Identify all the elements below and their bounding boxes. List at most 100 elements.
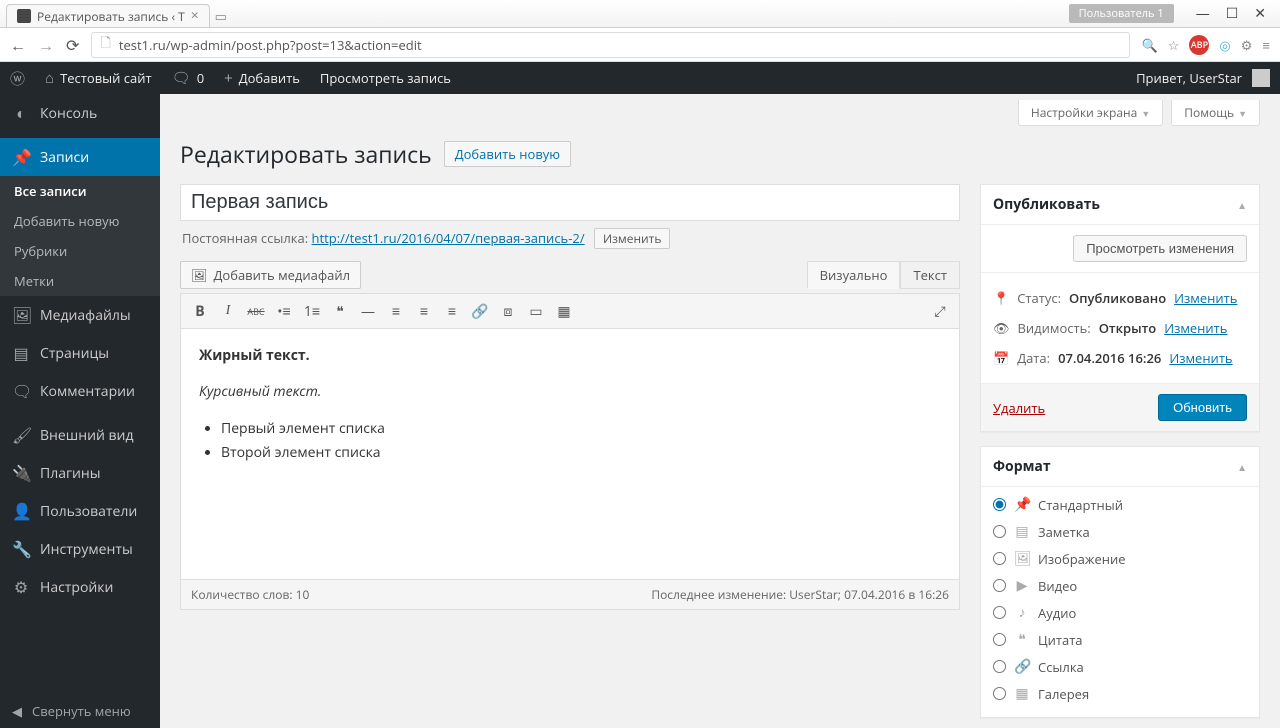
reload-icon[interactable]: ⟳	[66, 34, 79, 56]
close-window-icon[interactable]: ✕	[1254, 4, 1266, 23]
preview-button[interactable]: Просмотреть изменения	[1073, 235, 1247, 262]
collapse-menu[interactable]: ◀Свернуть меню	[0, 694, 160, 728]
visual-tab[interactable]: Визуально	[807, 261, 901, 289]
number-list-button[interactable]: 1≡	[299, 298, 325, 324]
bold-button[interactable]: B	[187, 298, 213, 324]
submenu-tags[interactable]: Метки	[0, 266, 160, 296]
menu-users-label: Пользователи	[40, 502, 137, 521]
maximize-icon[interactable]: ☐	[1226, 4, 1239, 23]
align-right-button[interactable]: ≡	[439, 298, 465, 324]
italic-button[interactable]: I	[215, 298, 241, 324]
kitchen-sink-button[interactable]: ▦	[551, 298, 577, 324]
format-gallery[interactable]: ▦Галерея	[993, 680, 1247, 707]
help-label: Помощь	[1184, 104, 1234, 121]
wp-logo[interactable]: ⓦ	[0, 62, 35, 94]
browser-tab[interactable]: Редактировать запись ‹ Т ×	[6, 4, 210, 27]
url-input[interactable]: 🗋 test1.ru/wp-admin/post.php?post=13&act…	[91, 32, 1129, 58]
menu-plugins-label: Плагины	[40, 464, 101, 483]
permalink-link[interactable]: http://test1.ru/2016/04/07/первая-запись…	[312, 229, 585, 247]
settings-icon[interactable]: ⚙	[1241, 36, 1253, 54]
status-edit-link[interactable]: Изменить	[1174, 289, 1237, 307]
format-audio[interactable]: ♪Аудио	[993, 599, 1247, 626]
editor-content[interactable]: Жирный текст. Курсивный текст. Первый эл…	[181, 329, 959, 579]
comments-bubble[interactable]: 🗨0	[162, 62, 214, 94]
video-icon: ▶	[1014, 576, 1030, 595]
date-value: 07.04.2016 16:26	[1058, 349, 1161, 367]
menu-settings[interactable]: ⚙Настройки	[0, 568, 160, 606]
tab-title: Редактировать запись ‹ Т	[37, 8, 185, 25]
hr-button[interactable]: —	[355, 298, 381, 324]
page-icon: 🗋	[100, 33, 110, 56]
back-icon[interactable]: ←	[10, 34, 26, 56]
post-title-input[interactable]	[180, 184, 960, 221]
menu-plugins[interactable]: 🔌Плагины	[0, 454, 160, 492]
menu-appearance[interactable]: 🖌Внешний вид	[0, 416, 160, 454]
submenu-categories[interactable]: Рубрики	[0, 236, 160, 266]
unlink-button[interactable]: ⧈	[495, 298, 521, 324]
text-tab[interactable]: Текст	[900, 261, 960, 289]
format-box: Формат▲ 📌Стандартный ▤Заметка 🖼Изображен…	[980, 446, 1260, 718]
screen-options-tab[interactable]: Настройки экрана▼	[1018, 100, 1163, 126]
toggle-icon[interactable]: ▲	[1237, 198, 1247, 212]
align-center-button[interactable]: ≡	[411, 298, 437, 324]
add-new-menu[interactable]: +Добавить	[214, 62, 310, 94]
menu-pages[interactable]: ▤Страницы	[0, 334, 160, 372]
zoom-icon[interactable]: 🔍	[1142, 36, 1158, 54]
format-quote[interactable]: ❝Цитата	[993, 626, 1247, 653]
chrome-user-badge[interactable]: Пользователь 1	[1069, 4, 1174, 23]
close-tab-icon[interactable]: ×	[191, 9, 199, 23]
menu-appearance-label: Внешний вид	[40, 426, 134, 445]
menu-comments-label: Комментарии	[40, 382, 135, 401]
view-post[interactable]: Просмотреть запись	[310, 62, 461, 94]
menu-media-label: Медиафайлы	[40, 306, 131, 325]
site-home[interactable]: ⌂Тестовый сайт	[35, 62, 162, 94]
menu-dashboard[interactable]: ◐Консоль	[0, 94, 160, 132]
add-new-post-button[interactable]: Добавить новую	[444, 141, 571, 167]
bookmark-icon[interactable]: ☆	[1168, 36, 1180, 54]
menu-comments[interactable]: 🗨Комментарии	[0, 372, 160, 410]
favicon-icon	[17, 9, 31, 23]
vis-edit-link[interactable]: Изменить	[1164, 319, 1227, 337]
menu-posts-label: Записи	[40, 148, 89, 167]
adblock-icon[interactable]: ABP	[1189, 35, 1209, 55]
extension-icon[interactable]: ◎	[1219, 36, 1230, 54]
more-button[interactable]: ▭	[523, 298, 549, 324]
add-media-button[interactable]: 🖼Добавить медиафайл	[180, 261, 361, 289]
menu-posts[interactable]: 📌Записи	[0, 138, 160, 176]
strikethrough-button[interactable]: ABC	[243, 298, 269, 324]
menu-media[interactable]: 🖼Медиафайлы	[0, 296, 160, 334]
format-video[interactable]: ▶Видео	[993, 572, 1247, 599]
bold-text: Жирный текст.	[199, 346, 310, 365]
vis-label: Видимость:	[1018, 319, 1091, 337]
minimize-icon[interactable]: —	[1196, 4, 1210, 23]
format-link[interactable]: 🔗Ссылка	[993, 653, 1247, 680]
submenu-add-post[interactable]: Добавить новую	[0, 206, 160, 236]
bullet-list-button[interactable]: •≡	[271, 298, 297, 324]
menu-tools[interactable]: 🔧Инструменты	[0, 530, 160, 568]
distraction-free-button[interactable]: ⤢	[927, 298, 953, 324]
toggle-icon[interactable]: ▲	[1237, 460, 1247, 474]
new-tab-button[interactable]: ▭	[210, 4, 232, 27]
pin-icon: 📍	[993, 289, 1009, 307]
menu-pages-label: Страницы	[40, 344, 109, 363]
menu-users[interactable]: 👤Пользователи	[0, 492, 160, 530]
help-tab[interactable]: Помощь▼	[1171, 100, 1260, 126]
align-left-button[interactable]: ≡	[383, 298, 409, 324]
format-standard[interactable]: 📌Стандартный	[993, 491, 1247, 518]
avatar[interactable]	[1252, 69, 1270, 87]
format-aside[interactable]: ▤Заметка	[993, 518, 1247, 545]
submenu-all-posts[interactable]: Все записи	[0, 176, 160, 206]
delete-link[interactable]: Удалить	[993, 399, 1045, 417]
link-button[interactable]: 🔗	[467, 298, 493, 324]
publish-title: Опубликовать	[993, 195, 1100, 214]
menu-dashboard-label: Консоль	[40, 104, 97, 123]
greeting[interactable]: Привет, UserStar	[1136, 69, 1242, 87]
update-button[interactable]: Обновить	[1158, 394, 1247, 421]
format-image[interactable]: 🖼Изображение	[993, 545, 1247, 572]
menu-icon[interactable]: ≡	[1262, 36, 1270, 54]
add-label: Добавить	[239, 69, 300, 87]
permalink-edit-button[interactable]: Изменить	[594, 228, 670, 249]
wysiwyg-editor: B I ABC •≡ 1≡ ❝ — ≡ ≡ ≡ 🔗	[180, 293, 960, 580]
quote-button[interactable]: ❝	[327, 298, 353, 324]
date-edit-link[interactable]: Изменить	[1169, 349, 1232, 367]
